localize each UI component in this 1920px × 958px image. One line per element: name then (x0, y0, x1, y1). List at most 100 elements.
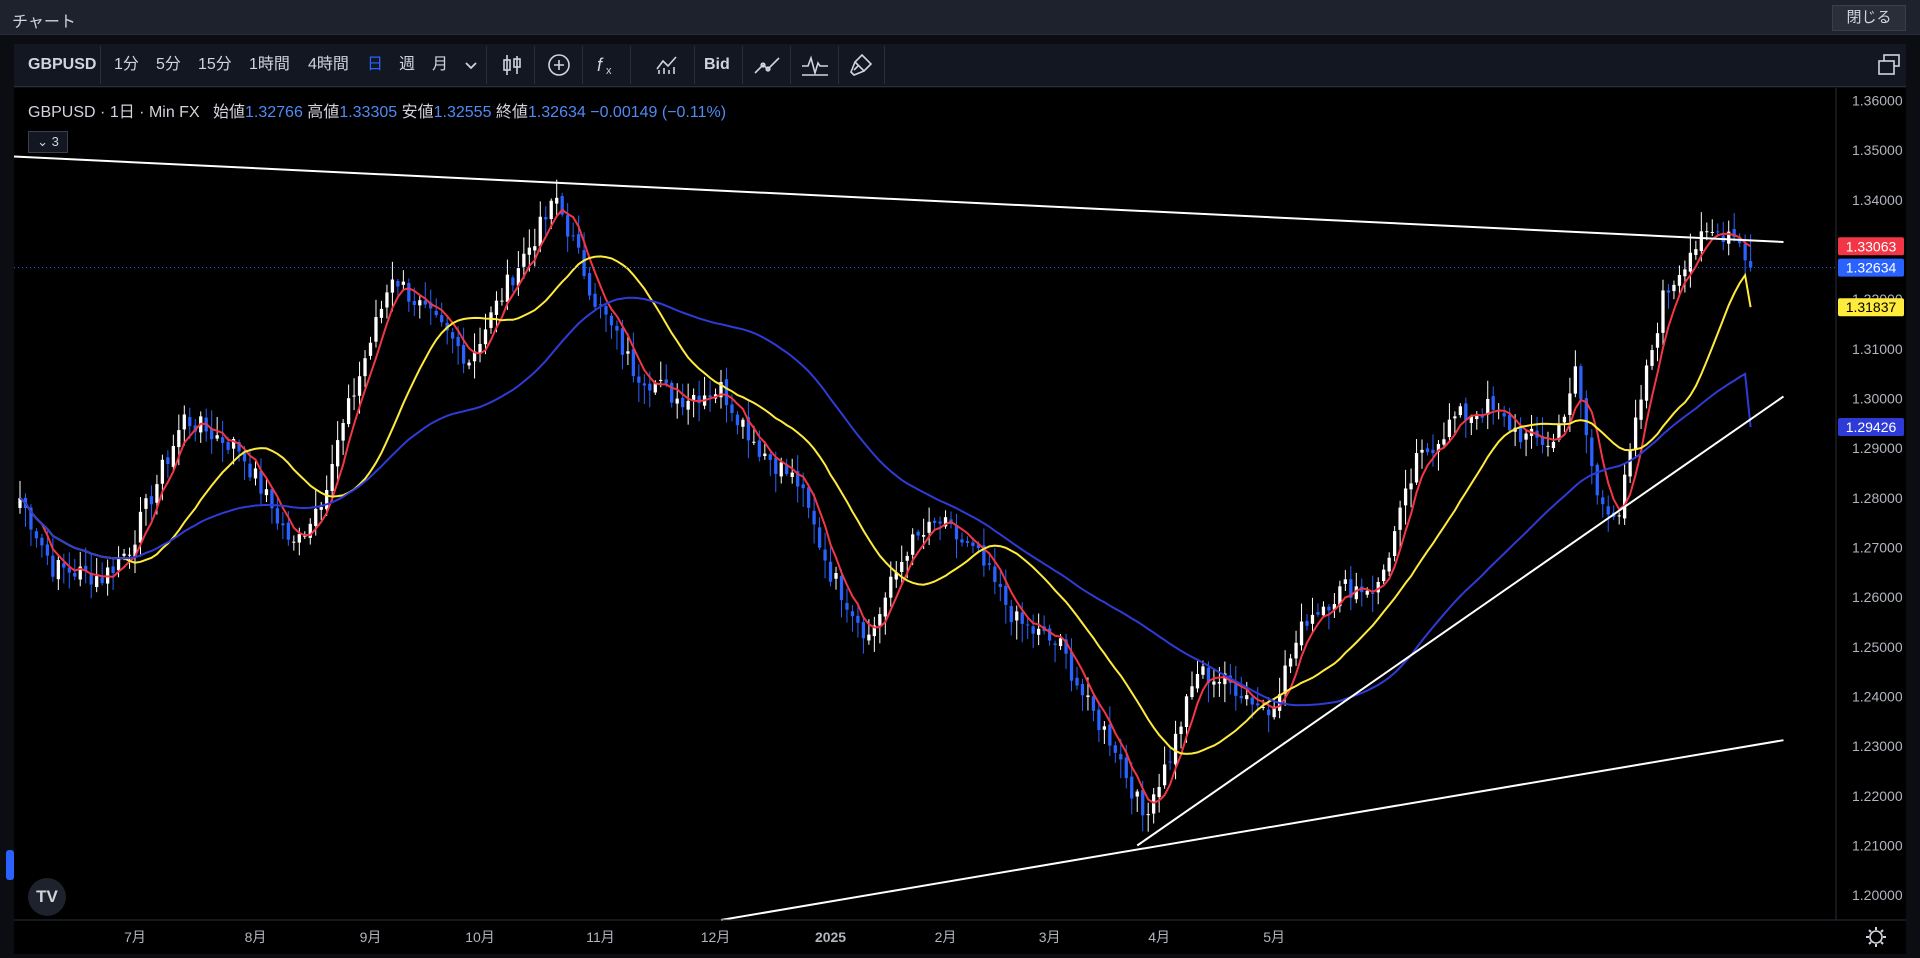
candle-body (522, 253, 526, 267)
candle-body (1573, 366, 1578, 394)
trend-line[interactable] (1136, 395, 1785, 847)
candle-body (741, 419, 745, 427)
legend-low: 1.32555 (433, 104, 492, 121)
candle-body (149, 496, 154, 505)
candle-body (1152, 794, 1156, 814)
price-tag-label: 1.32634 (1846, 260, 1897, 276)
candle-body (242, 452, 247, 462)
candle-body (434, 310, 438, 316)
candle-body (1135, 791, 1139, 797)
candle-body (1447, 419, 1452, 438)
y-tick-label: 1.29000 (1852, 440, 1903, 456)
indicator-collapse-toggle[interactable]: ⌄ 3 (28, 131, 68, 153)
candle-body (1743, 243, 1747, 261)
legend-source: Min FX (148, 104, 200, 121)
y-tick-label: 1.22000 (1852, 788, 1903, 804)
legend-low-label: 安値 (401, 104, 434, 121)
candle-body (440, 315, 444, 323)
y-tick-label: 1.25000 (1852, 639, 1903, 655)
candle-body (1699, 231, 1703, 252)
candle-body (314, 508, 318, 526)
candle-body (1655, 333, 1660, 348)
candle-body (1026, 624, 1030, 626)
legend-open-label: 始値 (212, 104, 245, 121)
candle-body (576, 234, 581, 248)
candle-body (735, 414, 740, 426)
candle-body (325, 490, 329, 510)
candle-body (215, 435, 219, 439)
candle-body (1327, 606, 1331, 611)
left-panel-handle[interactable] (6, 850, 14, 880)
x-tick-label: 12月 (701, 929, 731, 945)
candle-body (286, 522, 290, 540)
candle-body (412, 300, 416, 305)
candle-body (823, 549, 827, 561)
candle-body (1031, 626, 1035, 634)
trend-line[interactable] (720, 739, 1784, 921)
candle-body (1086, 695, 1090, 697)
candle-body (40, 537, 44, 546)
y-tick-label: 1.26000 (1852, 589, 1903, 605)
candle-body (620, 328, 625, 355)
price-tag-label: 1.31837 (1846, 299, 1897, 315)
candle-body (1672, 284, 1676, 292)
trend-line[interactable] (13, 155, 1784, 243)
candle-body (697, 395, 701, 404)
candle-body (883, 597, 887, 617)
candle-body (861, 622, 866, 639)
legend-open: 1.32766 (245, 104, 303, 121)
candle-body (1710, 231, 1714, 233)
candle-body (566, 215, 570, 237)
candle-body (1688, 252, 1693, 272)
candle-body (51, 555, 55, 577)
candle-body (1365, 590, 1369, 595)
x-tick-label: 4月 (1148, 929, 1170, 945)
candle-body (544, 217, 548, 220)
candle-body (1179, 726, 1183, 735)
candle-body (1623, 474, 1627, 519)
candle-body (615, 326, 619, 331)
candle-body (1420, 449, 1424, 453)
candle-body (1195, 673, 1200, 689)
candle-body (1184, 696, 1189, 728)
tradingview-logo[interactable]: TV (28, 878, 66, 916)
candle-body (1080, 683, 1085, 696)
x-tick-label: 2月 (935, 929, 957, 945)
candle-body (352, 395, 356, 397)
candle-body (779, 462, 783, 477)
candle-body (730, 404, 734, 414)
candle-body (965, 541, 970, 543)
y-tick-label: 1.20000 (1852, 887, 1903, 903)
candle-body (100, 577, 104, 584)
candle-body (1267, 709, 1271, 716)
x-tick-label: 5月 (1263, 929, 1285, 945)
candle-body (922, 535, 926, 537)
candle-body (1305, 620, 1309, 626)
candle-body (1524, 433, 1528, 440)
candle-body (1108, 724, 1112, 746)
candle-body (357, 376, 362, 396)
candle-body (1551, 441, 1556, 449)
candle-body (319, 506, 323, 510)
candle-body (900, 561, 904, 572)
candle-body (1316, 612, 1320, 615)
candle-body (708, 395, 712, 398)
candle-body (248, 463, 252, 478)
price-chart[interactable]: 1.360001.350001.340001.330001.320001.310… (0, 0, 1920, 958)
candle-body (1546, 445, 1550, 448)
candle-body (1617, 515, 1621, 517)
candle-body (1217, 682, 1222, 684)
candle-body (500, 300, 504, 302)
candle-body (1590, 437, 1594, 467)
candle-body (1502, 413, 1506, 417)
candle-body (839, 575, 844, 601)
candle-body (1141, 790, 1145, 816)
settings-gear-icon[interactable] (1866, 927, 1886, 947)
candle-body (856, 615, 860, 623)
candle-body (664, 379, 668, 384)
candle-body (971, 542, 975, 547)
candle-body (1113, 745, 1117, 753)
x-tick-label: 8月 (245, 929, 267, 945)
candle-body (379, 308, 384, 318)
candle-body (1245, 695, 1249, 700)
